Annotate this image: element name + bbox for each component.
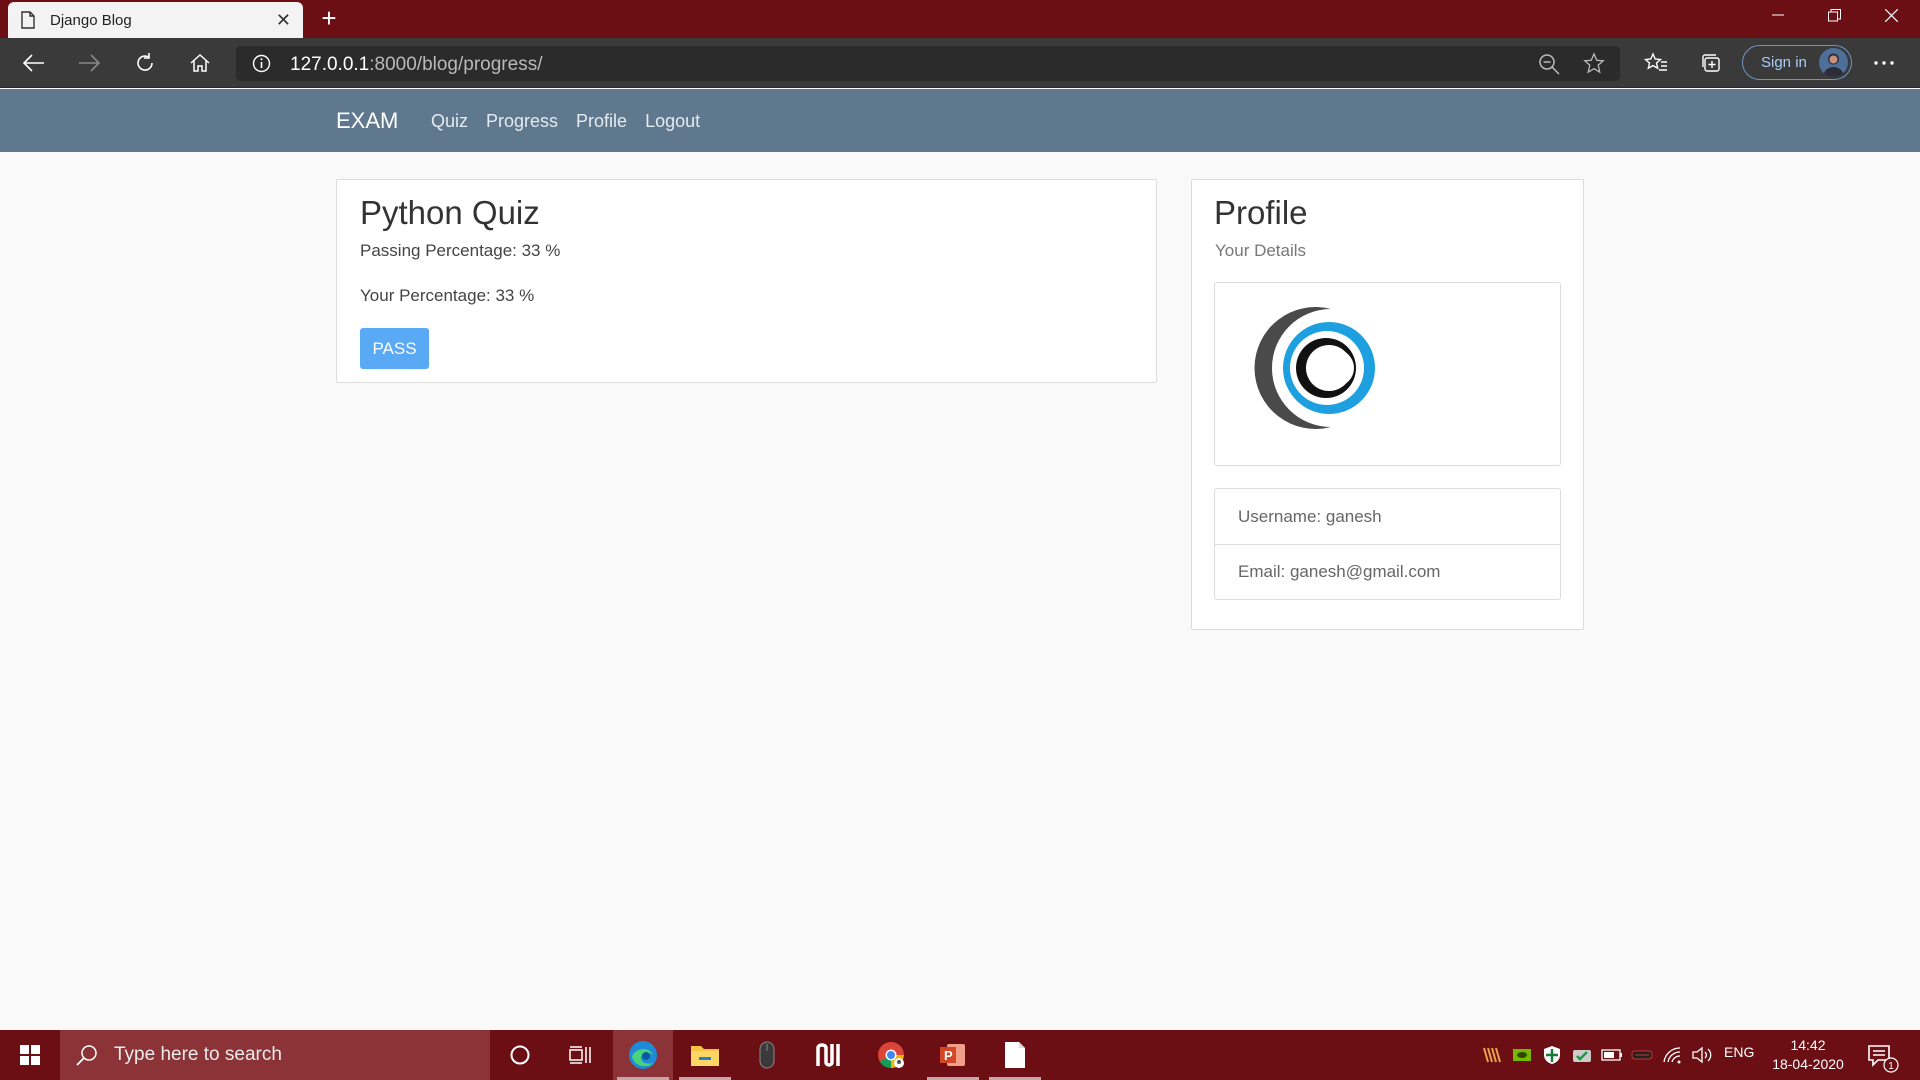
collections-icon[interactable] bbox=[1693, 45, 1729, 81]
profile-title: Profile bbox=[1214, 194, 1308, 231]
browser-tab[interactable]: Django Blog ✕ bbox=[8, 2, 303, 38]
close-window-icon[interactable] bbox=[1863, 0, 1920, 30]
windows-start-icon[interactable] bbox=[0, 1030, 60, 1080]
zoom-icon[interactable] bbox=[1538, 53, 1560, 80]
email-item: Email: ganesh@gmail.com bbox=[1215, 544, 1560, 599]
mouse-app-icon[interactable] bbox=[737, 1030, 797, 1080]
edge-taskbar-icon[interactable] bbox=[613, 1030, 673, 1080]
tab-title: Django Blog bbox=[50, 11, 132, 29]
quiz-result-card: Python Quiz Passing Percentage: 33 % You… bbox=[336, 179, 1157, 383]
site-info-icon[interactable] bbox=[252, 54, 271, 78]
quiz-title: Python Quiz bbox=[360, 194, 540, 231]
browser-toolbar: 127.0.0.1:8000/blog/progress/ Sign in bbox=[0, 38, 1920, 88]
username-item: Username: ganesh bbox=[1238, 506, 1382, 526]
nav-link-quiz[interactable]: Quiz bbox=[431, 111, 468, 132]
taskbar-search-input[interactable]: Type here to search bbox=[60, 1030, 490, 1080]
url-path: :8000/blog/progress/ bbox=[369, 54, 543, 75]
pass-button[interactable]: PASS bbox=[360, 328, 429, 369]
sign-in-button[interactable]: Sign in bbox=[1742, 45, 1852, 80]
windows-taskbar: Type here to search P ENG 14:42 18-04-20… bbox=[0, 1030, 1920, 1080]
defender-tray-icon[interactable] bbox=[1570, 1044, 1594, 1066]
file-explorer-icon[interactable] bbox=[675, 1030, 735, 1080]
nav-link-profile[interactable]: Profile bbox=[576, 111, 627, 132]
close-tab-icon[interactable]: ✕ bbox=[276, 10, 291, 31]
your-percentage: Your Percentage: 33 % bbox=[360, 286, 535, 305]
battery-icon[interactable] bbox=[1600, 1044, 1624, 1066]
sign-in-label: Sign in bbox=[1761, 54, 1807, 71]
profile-image-box bbox=[1214, 282, 1561, 466]
favorites-icon[interactable] bbox=[1638, 45, 1674, 81]
wifi-icon[interactable] bbox=[1660, 1044, 1684, 1066]
winrar-tray-icon[interactable] bbox=[1480, 1044, 1504, 1066]
profile-subtitle: Your Details bbox=[1215, 241, 1307, 260]
notion-icon[interactable] bbox=[799, 1030, 859, 1080]
security-shield-icon[interactable] bbox=[1540, 1044, 1564, 1066]
clock-time: 14:42 bbox=[1790, 1037, 1826, 1053]
clock-date: 18-04-2020 bbox=[1772, 1056, 1844, 1072]
passing-percentage: Passing Percentage: 33 % bbox=[360, 241, 561, 260]
profile-details-list: Username: ganesh Email: ganesh@gmail.com bbox=[1214, 488, 1561, 600]
home-icon[interactable] bbox=[182, 45, 218, 81]
restore-icon[interactable] bbox=[1806, 0, 1863, 30]
search-placeholder: Type here to search bbox=[114, 1044, 282, 1065]
powerpoint-icon[interactable]: P bbox=[923, 1030, 983, 1080]
document-icon[interactable] bbox=[985, 1030, 1045, 1080]
profile-card: Profile Your Details Username: ganesh Em… bbox=[1191, 179, 1584, 630]
refresh-icon[interactable] bbox=[127, 45, 163, 81]
chrome-icon[interactable] bbox=[861, 1030, 921, 1080]
drive-tray-icon[interactable] bbox=[1630, 1044, 1654, 1066]
page-icon bbox=[20, 11, 36, 30]
address-bar[interactable]: 127.0.0.1:8000/blog/progress/ bbox=[236, 46, 1620, 81]
favorite-star-icon[interactable] bbox=[1583, 52, 1605, 79]
nvidia-tray-icon[interactable] bbox=[1510, 1044, 1534, 1066]
notification-count: 1 bbox=[1888, 1061, 1894, 1072]
more-options-icon[interactable] bbox=[1866, 45, 1902, 81]
nav-links: Quiz Progress Profile Logout bbox=[431, 111, 700, 132]
new-tab-icon[interactable]: + bbox=[314, 4, 344, 34]
nav-link-progress[interactable]: Progress bbox=[486, 111, 558, 132]
profile-logo bbox=[1254, 307, 1375, 429]
notification-center-icon[interactable]: 1 bbox=[1864, 1038, 1900, 1074]
cortana-icon[interactable] bbox=[490, 1030, 550, 1080]
site-navbar: EXAM Quiz Progress Profile Logout bbox=[0, 89, 1920, 152]
language-indicator[interactable]: ENG bbox=[1724, 1044, 1754, 1060]
forward-icon[interactable] bbox=[71, 45, 107, 81]
search-icon bbox=[76, 1045, 97, 1066]
url-host: 127.0.0.1 bbox=[290, 54, 370, 75]
taskbar-clock[interactable]: 14:42 18-04-2020 bbox=[1768, 1036, 1848, 1074]
avatar bbox=[1819, 48, 1848, 77]
back-icon[interactable] bbox=[16, 45, 52, 81]
volume-icon[interactable] bbox=[1690, 1044, 1714, 1066]
minimize-icon[interactable] bbox=[1749, 0, 1806, 30]
url-text[interactable]: 127.0.0.1:8000/blog/progress/ bbox=[290, 54, 542, 76]
nav-link-logout[interactable]: Logout bbox=[645, 111, 700, 132]
svg-text:P: P bbox=[944, 1048, 953, 1063]
task-view-icon[interactable] bbox=[550, 1030, 610, 1080]
browser-titlebar: Django Blog ✕ + bbox=[0, 0, 1920, 38]
brand-link[interactable]: EXAM bbox=[336, 108, 398, 134]
